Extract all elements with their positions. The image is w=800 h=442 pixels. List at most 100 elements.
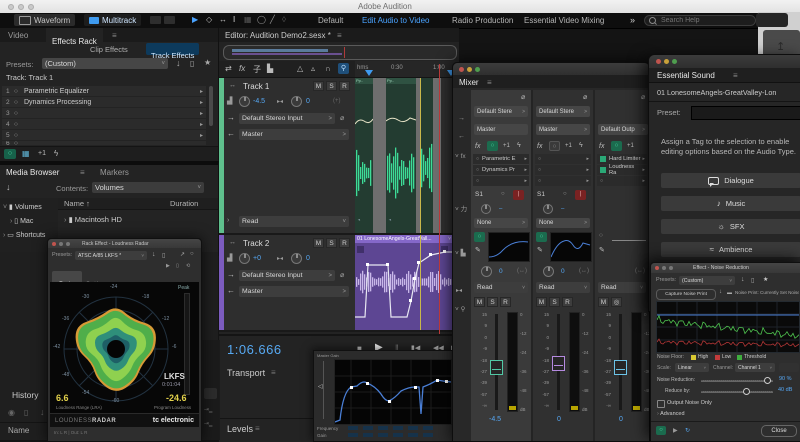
help-search-input[interactable] — [659, 16, 743, 25]
workspace-essential-video-mixing[interactable]: Essential Video Mixing — [524, 16, 604, 25]
audio-clip[interactable] — [420, 78, 433, 233]
track2-solo-button[interactable]: S — [326, 238, 337, 248]
track1-input-select[interactable]: Default Stereo Input > — [239, 113, 335, 124]
power-icon[interactable]: ○ — [14, 99, 24, 106]
track1-solo-button[interactable]: S — [326, 81, 337, 91]
media-row-macintosh-hd[interactable]: › ▮ Macintosh HD — [64, 215, 122, 224]
track2-input-select[interactable]: Default Stereo Input > — [239, 270, 335, 281]
eraser-tool[interactable]: ◊ — [282, 15, 286, 24]
strip2-fx-slot[interactable]: ○▸ — [535, 154, 591, 164]
strip2-solo[interactable]: S — [549, 297, 560, 307]
pencil-tool[interactable]: ╱ — [270, 15, 275, 24]
strip1-volume-value[interactable]: -4.5 — [489, 416, 501, 423]
strip3-gain-power[interactable]: ○ — [599, 232, 603, 239]
strip3-automation-select[interactable]: Read˅ — [598, 282, 646, 293]
track2-volume-knob[interactable] — [239, 253, 250, 264]
strip1-fx-slot[interactable]: ○▸ — [473, 176, 529, 186]
strip2-automation-select[interactable]: Read˅ — [536, 282, 590, 293]
tree-item-volumes[interactable]: ˅ ▮ Volumes — [3, 203, 42, 211]
ibeam-tool[interactable]: I — [233, 15, 235, 24]
lightning-icon[interactable]: ϟ — [517, 142, 521, 149]
music-button[interactable]: ♪ Music — [661, 196, 800, 211]
razor-tool[interactable]: ◇ — [206, 15, 212, 24]
snapshot-icon[interactable]: ◉ — [8, 408, 15, 417]
es-minimize-button[interactable] — [664, 59, 669, 64]
workspace-default[interactable]: Default — [318, 16, 343, 25]
eq-graph[interactable] — [334, 359, 452, 425]
track1-mono-icon[interactable]: ⌀ — [340, 114, 344, 122]
pencil-icon[interactable]: ✎ — [599, 246, 605, 254]
gutter-sends-icon[interactable]: ˅ ⼒ — [455, 203, 467, 213]
lightning-icon[interactable]: ϟ — [579, 142, 583, 149]
strip2-send-dest[interactable]: None> — [536, 218, 590, 228]
zoom-navigator[interactable] — [223, 45, 457, 60]
nr-graph[interactable] — [656, 301, 800, 353]
track2-output-select[interactable]: Master > — [239, 286, 349, 297]
marquee-tool[interactable]: ▦ — [244, 15, 252, 24]
effect-slot-row[interactable]: 6 ○ — [2, 141, 206, 145]
track1-mute-button[interactable]: M — [313, 81, 324, 91]
tab-effects-rack[interactable]: Effects Rack — [46, 28, 103, 42]
strip1-send-knob[interactable] — [481, 204, 491, 214]
history-trash-icon[interactable]: ▯ — [24, 408, 28, 417]
eq-gain-values[interactable] — [348, 433, 452, 438]
help-search-box[interactable] — [644, 15, 756, 26]
workspace-radio-production[interactable]: Radio Production — [452, 16, 513, 25]
panel-menu-icon[interactable]: ≡ — [733, 71, 738, 80]
track2-pan-knob[interactable] — [291, 253, 302, 264]
nr-preview-play-icon[interactable]: ▶ — [673, 427, 678, 434]
mixer-close-button[interactable] — [459, 67, 464, 72]
output-noise-checkbox[interactable] — [657, 400, 665, 408]
strip3-fx-slot[interactable]: Hard Limiter▸ — [597, 154, 647, 164]
strip2-pan-value[interactable]: 0 — [561, 268, 565, 275]
track2-volume-value[interactable]: +0 — [253, 255, 261, 262]
panel-menu-icon[interactable]: ≡ — [255, 424, 260, 433]
radar-preset-select[interactable]: ATSC A/85 LKFS * ˅ — [75, 251, 147, 260]
preset-select[interactable]: (Custom) ˅ — [42, 58, 168, 69]
history-down-icon[interactable]: ↓ — [40, 407, 45, 417]
es-close-button[interactable] — [656, 59, 661, 64]
timeline-ruler[interactable]: hms 0:30 1:00 — [355, 61, 459, 78]
es-preset-select[interactable] — [691, 106, 800, 120]
rack-power-toggle[interactable]: ○ — [4, 149, 16, 159]
window-minimize-button[interactable] — [18, 4, 24, 10]
pre-render-icon[interactable]: +1 — [38, 150, 46, 157]
send-prefader-icon[interactable]: ⼁ — [575, 190, 586, 200]
effect-slot-row[interactable]: 2 ○ Dynamics Processing ▸ — [2, 97, 206, 107]
nr-amount-slider[interactable] — [701, 380, 773, 382]
strip1-fx-slot[interactable]: ○Dynamics Pr▸ — [473, 165, 529, 175]
playhead-line[interactable] — [439, 64, 440, 334]
track1-lane[interactable]: Pp.. ◔ Pp.. ◔ — [355, 78, 459, 235]
track1-volume-value[interactable]: -4.5 — [253, 98, 265, 105]
nr-power-toggle[interactable]: ○ — [656, 426, 666, 435]
power-icon[interactable]: ○ — [14, 121, 24, 128]
strip2-input-select[interactable]: Default Stere> — [536, 106, 590, 117]
tab-video[interactable]: Video — [8, 31, 28, 40]
track1-expand-icon[interactable]: › — [227, 217, 229, 224]
strip1-solo[interactable]: S — [487, 297, 498, 307]
mixer-minimize-button[interactable] — [467, 67, 472, 72]
history-title[interactable]: History — [12, 390, 38, 400]
nr-loop-icon[interactable]: ↻ — [685, 427, 690, 434]
strip1-send-dest[interactable]: None> — [474, 218, 528, 228]
video-ref-icon[interactable]: ⚲ — [338, 63, 349, 74]
editor-title[interactable]: Editor: Audition Demo2.sesx * — [225, 31, 331, 40]
send-power-icon[interactable]: ○ — [501, 191, 505, 197]
ambience-button[interactable]: ≈ Ambience — [661, 242, 800, 257]
pencil-icon[interactable]: ✎ — [537, 246, 543, 254]
strip3-output-select[interactable]: Default Outp> — [598, 124, 648, 135]
strip1-mute[interactable]: M — [474, 297, 485, 307]
nr-preset-select[interactable]: (Custom)˅ — [679, 276, 735, 285]
strip2-pan-knob[interactable] — [543, 266, 554, 277]
radar-save-icon[interactable]: ↓ — [152, 251, 156, 258]
mono-icon[interactable]: ⌀ — [521, 93, 525, 101]
timecode-display[interactable]: 1:06.666 — [227, 342, 282, 357]
es-zoom-button[interactable] — [672, 59, 677, 64]
lasso-tool[interactable]: ◯ — [257, 15, 266, 24]
strip2-output-select[interactable]: Master> — [536, 124, 590, 135]
dialogue-button[interactable]: Dialogue — [661, 173, 800, 188]
monitor-icon[interactable]: ∩ — [325, 64, 331, 73]
reduce-by-value[interactable]: 40 dB — [778, 387, 792, 393]
lightning-icon[interactable]: ϟ — [54, 149, 58, 158]
strip1-automation-select[interactable]: Read˅ — [474, 282, 528, 293]
